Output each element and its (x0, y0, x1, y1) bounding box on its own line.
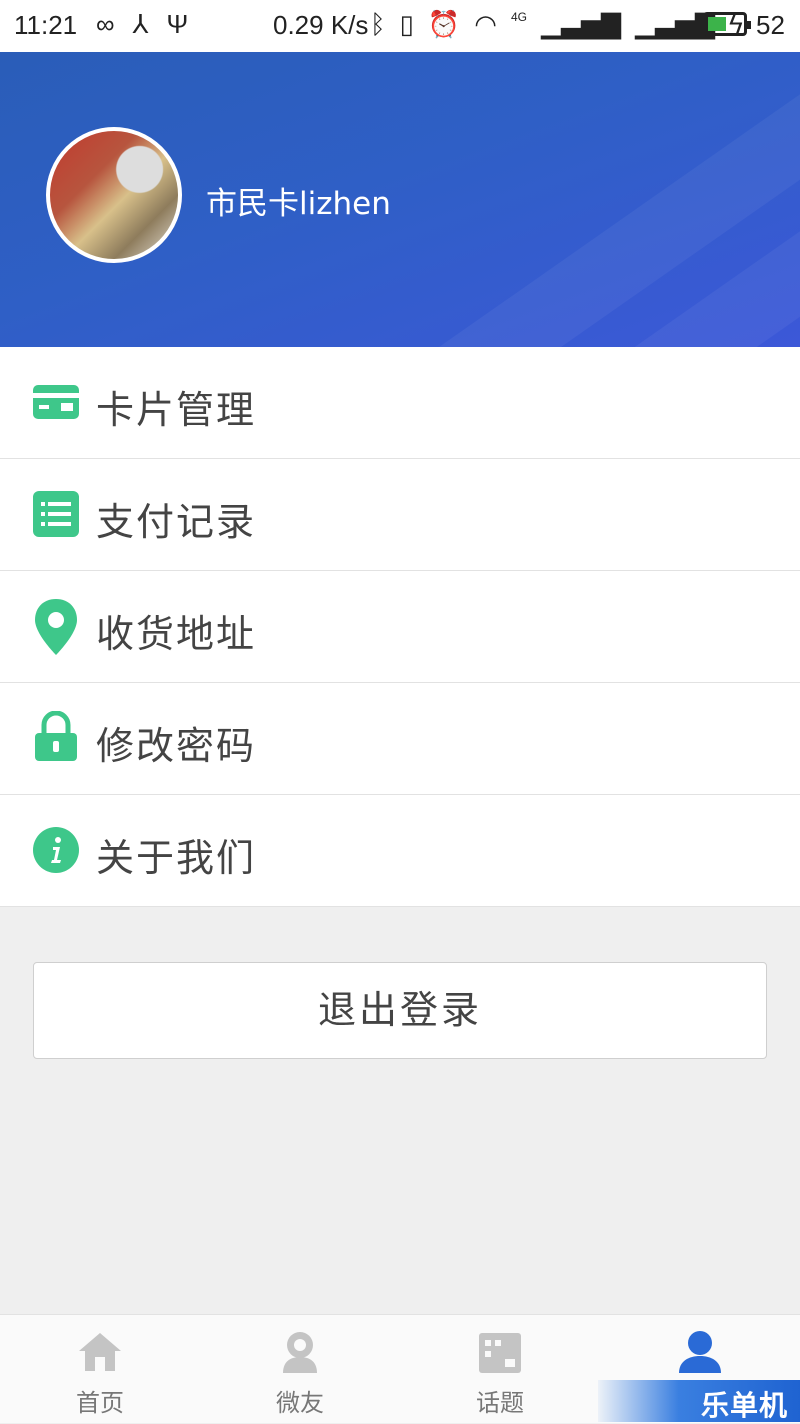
username[interactable]: 市民卡lizhen (206, 178, 391, 223)
status-icons-left: ∞ ⅄ Ψ (96, 9, 188, 40)
status-time: 11:21 (14, 10, 78, 40)
card-icon (33, 385, 79, 419)
signal-icon: ▁▃▅▇ (541, 9, 621, 39)
avatar[interactable] (46, 127, 182, 263)
menu-item-change-password[interactable]: 修改密码 (0, 683, 800, 795)
usb-icon: Ψ (166, 9, 189, 39)
status-bar: 11:21 ∞ ⅄ Ψ 0.29 K/s ᛒ ▯ ⏰ ◠ 4G ▁▃▅▇ ▁▃▅… (0, 0, 800, 52)
user-icon (679, 1331, 721, 1373)
battery-icon (703, 12, 751, 36)
menu-item-card-management[interactable]: 卡片管理 (0, 347, 800, 459)
menu-item-label: 关于我们 (96, 836, 257, 880)
tab-friends[interactable]: 微友 (200, 1315, 400, 1423)
wifi-icon: ◠ (474, 9, 497, 39)
alarm-icon: ⏰ (427, 9, 461, 39)
status-icons-right: ᛒ ▯ ⏰ ◠ 4G ▁▃▅▇ ▁▃▅▇ ϟ (370, 9, 743, 40)
menu-item-label: 支付记录 (96, 500, 257, 544)
watermark-text: 乐单机 (700, 1389, 788, 1422)
network-speed: 0.29 K/s (273, 10, 369, 40)
share-icon: ⅄ (132, 9, 149, 39)
friends-icon (283, 1332, 317, 1373)
home-icon (79, 1333, 121, 1371)
logout-button[interactable]: 退出登录 (33, 962, 767, 1059)
menu-item-payment-records[interactable]: 支付记录 (0, 459, 800, 571)
topic-icon (479, 1333, 521, 1373)
watermark-banner: 乐单机 (598, 1380, 800, 1422)
battery-level: 52 (756, 10, 785, 40)
info-icon (33, 827, 79, 873)
menu-list: 卡片管理 支付记录 收货地址 修改密码 关于我们 (0, 347, 800, 907)
menu-item-about-us[interactable]: 关于我们 (0, 795, 800, 907)
location-pin-icon (35, 599, 77, 655)
tab-topics[interactable]: 话题 (400, 1315, 600, 1423)
lock-icon (35, 711, 77, 761)
vibrate-icon: ▯ (399, 9, 414, 39)
profile-header: 市民卡lizhen (0, 52, 800, 347)
tab-label: 首页 (76, 1389, 124, 1417)
tab-label: 话题 (476, 1389, 524, 1417)
menu-item-label: 修改密码 (96, 724, 257, 768)
menu-item-label: 收货地址 (96, 612, 257, 656)
bluetooth-icon: ᛒ (370, 9, 386, 39)
signal-4g-icon: 4G (510, 9, 527, 24)
menu-item-label: 卡片管理 (96, 388, 257, 432)
tab-label: 微友 (276, 1389, 324, 1417)
menu-item-shipping-address[interactable]: 收货地址 (0, 571, 800, 683)
tab-home[interactable]: 首页 (0, 1315, 200, 1423)
list-icon (33, 491, 79, 537)
infinity-icon: ∞ (96, 9, 115, 39)
